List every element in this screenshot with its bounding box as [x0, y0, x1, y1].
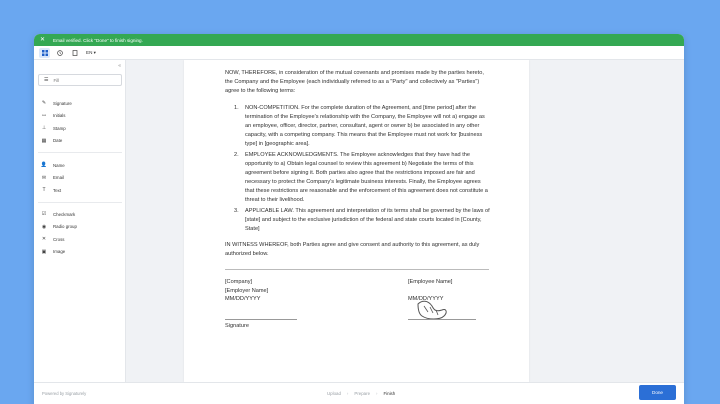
menu-icon: ☰	[44, 77, 49, 83]
tools-sidebar: « ☰ Fill ✎ Signature ꟷ Initials ⊥ Stamp …	[34, 60, 126, 382]
tool-label: Email	[53, 175, 64, 181]
step-prepare: Prepare	[354, 391, 371, 396]
text-icon: T	[42, 187, 46, 194]
initials-icon: ꟷ	[41, 112, 47, 119]
footer: Powered by Signaturely Upload › Prepare …	[34, 382, 684, 404]
document-page: NOW, THEREFORE, in consideration of the …	[184, 60, 529, 382]
person-icon: 👤	[40, 162, 48, 169]
divider	[38, 152, 122, 153]
language-select[interactable]: EN ▾	[86, 50, 96, 56]
tool-image[interactable]: ▣ Image	[34, 246, 126, 259]
cross-icon: ✕	[41, 236, 47, 243]
grid-view-icon[interactable]	[39, 47, 50, 58]
tool-cross[interactable]: ✕ Cross	[34, 233, 126, 246]
document-icon[interactable]	[69, 48, 80, 58]
tool-checkmark[interactable]: ☑ Checkmark	[34, 208, 126, 221]
toolbar: EN ▾	[34, 46, 684, 60]
step-upload: Upload	[327, 391, 341, 396]
pen-icon: ✎	[41, 100, 47, 107]
intro-paragraph: NOW, THEREFORE, in consideration of the …	[225, 70, 484, 94]
radio-icon: ◉	[41, 223, 47, 230]
tool-label: Image	[53, 249, 66, 255]
tool-label: Initials	[53, 113, 66, 119]
tool-label: Cross	[53, 236, 65, 242]
tool-text[interactable]: T Text	[34, 184, 126, 197]
company-date: MM/DD/YYYY	[225, 296, 261, 303]
company-block: [Company] [Employer Name] MM/DD/YYYY	[225, 278, 268, 304]
tool-label: Text	[53, 187, 62, 193]
step-finish: Finish	[383, 391, 396, 396]
tool-label: Checkmark	[53, 211, 76, 217]
collapse-sidebar-icon[interactable]: «	[118, 63, 121, 69]
step-separator: ›	[346, 391, 349, 396]
clause-number: 1.	[234, 105, 239, 111]
history-icon[interactable]	[54, 48, 65, 58]
tool-name[interactable]: 👤 Name	[34, 159, 126, 172]
step-separator: ›	[376, 391, 378, 396]
fill-select[interactable]: ☰ Fill	[38, 74, 122, 86]
employee-signature-line[interactable]	[408, 319, 476, 320]
company-signature-line	[225, 319, 297, 320]
tool-signature[interactable]: ✎ Signature	[34, 97, 126, 110]
company-name: [Company]	[225, 279, 253, 285]
tool-label: Radio group	[53, 224, 77, 230]
fill-select-label: Fill	[53, 77, 60, 83]
mark-tools: ☑ Checkmark ◉ Radio group ✕ Cross ▣ Imag…	[34, 208, 126, 258]
powered-by: Powered by Signaturely	[42, 391, 87, 396]
employee-name: [Employee Name]	[408, 279, 453, 285]
step-indicator: Upload › Prepare › Finish	[327, 391, 395, 396]
employer-name: [Employer Name]	[225, 287, 269, 294]
clause-number: 2.	[234, 152, 239, 158]
clause-number: 3.	[234, 208, 239, 214]
tool-label: Date	[53, 138, 63, 144]
document-canvas: NOW, THEREFORE, in consideration of the …	[126, 60, 684, 382]
close-icon[interactable]: ✕	[40, 37, 45, 43]
clause-applicable-law: APPLICABLE LAW. This agreement and inter…	[245, 208, 490, 232]
done-button[interactable]: Done	[639, 385, 676, 400]
image-icon: ▣	[41, 248, 47, 255]
signing-window: ✕ Email verified. Click "Done" to finish…	[34, 34, 684, 404]
tool-stamp[interactable]: ⊥ Stamp	[34, 122, 126, 135]
tool-radio-group[interactable]: ◉ Radio group	[34, 221, 126, 234]
tool-label: Stamp	[53, 125, 66, 131]
tool-date[interactable]: ▦ Date	[34, 135, 126, 148]
company-signature-label: Signature	[225, 323, 249, 329]
witness-paragraph: IN WITNESS WHEREOF, both Parties agree a…	[225, 242, 480, 257]
verification-banner: ✕ Email verified. Click "Done" to finish…	[34, 34, 684, 46]
tool-email[interactable]: ✉ Email	[34, 172, 126, 185]
signature-tools: ✎ Signature ꟷ Initials ⊥ Stamp ▦ Date	[34, 97, 126, 147]
tool-initials[interactable]: ꟷ Initials	[34, 110, 126, 123]
tool-label: Signature	[53, 100, 72, 106]
banner-text: Email verified. Click "Done" to finish s…	[53, 37, 143, 43]
field-tools: 👤 Name ✉ Email T Text	[34, 159, 126, 197]
mail-icon: ✉	[41, 174, 47, 181]
tool-label: Name	[53, 162, 65, 168]
stamp-icon: ⊥	[41, 125, 47, 132]
checkbox-icon: ☑	[41, 211, 47, 218]
clause-non-competition: NON-COMPETITION. For the complete durati…	[245, 105, 485, 147]
divider	[38, 202, 122, 203]
calendar-icon: ▦	[41, 137, 47, 144]
section-divider	[225, 269, 489, 270]
clause-acknowledgments: EMPLOYEE ACKNOWLEDGMENTS. The Employee a…	[245, 152, 488, 203]
